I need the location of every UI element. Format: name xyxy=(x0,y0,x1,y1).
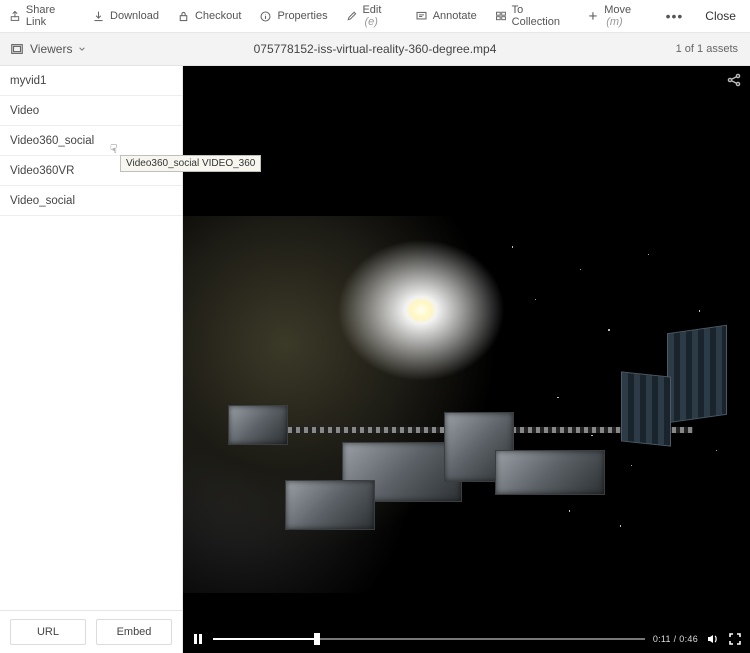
to-collection-button[interactable]: To Collection xyxy=(486,0,579,32)
more-actions-button[interactable]: ••• xyxy=(658,8,692,24)
checkout-button[interactable]: Checkout xyxy=(168,0,250,32)
time-display: 0:11 / 0:46 xyxy=(653,634,698,644)
pencil-icon xyxy=(346,10,358,23)
properties-button[interactable]: Properties xyxy=(250,0,336,32)
to-collection-label: To Collection xyxy=(512,4,570,28)
fullscreen-button[interactable] xyxy=(728,632,742,646)
share-icon xyxy=(9,10,21,23)
asset-count: 1 of 1 assets xyxy=(664,43,750,55)
volume-button[interactable] xyxy=(706,632,720,646)
share-link-button[interactable]: Share Link xyxy=(0,0,83,32)
close-button[interactable]: Close xyxy=(691,9,750,23)
lock-icon xyxy=(177,10,190,23)
viewer-item-video-social[interactable]: Video_social xyxy=(0,186,182,216)
viewer-item-video360-social[interactable]: Video360_social xyxy=(0,126,182,156)
annotate-icon xyxy=(415,10,428,23)
viewer-tooltip: Video360_social VIDEO_360 xyxy=(120,155,261,172)
plus-icon xyxy=(587,10,599,23)
asset-filename: 075778152-iss-virtual-reality-360-degree… xyxy=(254,42,497,56)
download-label: Download xyxy=(110,10,159,22)
info-icon xyxy=(259,10,272,23)
edit-label: Edit (e) xyxy=(362,4,396,28)
video-player[interactable]: 0:11 / 0:46 xyxy=(183,66,750,653)
url-button[interactable]: URL xyxy=(10,619,86,645)
edit-button[interactable]: Edit (e) xyxy=(337,0,406,32)
viewer-list: myvid1 Video Video360_social Video360VR … xyxy=(0,66,182,610)
collection-icon xyxy=(495,10,507,23)
chevron-down-icon xyxy=(78,45,86,53)
download-icon xyxy=(92,10,105,23)
viewer-item-myvid1[interactable]: myvid1 xyxy=(0,66,182,96)
annotate-label: Annotate xyxy=(433,10,477,22)
embed-button[interactable]: Embed xyxy=(96,619,172,645)
viewers-label: Viewers xyxy=(30,42,72,56)
viewers-dropdown[interactable]: Viewers xyxy=(0,42,96,56)
header-bar: Viewers 075778152-iss-virtual-reality-36… xyxy=(0,33,750,66)
seek-bar[interactable] xyxy=(213,636,645,642)
top-toolbar: Share Link Download Checkout Properties … xyxy=(0,0,750,33)
annotate-button[interactable]: Annotate xyxy=(406,0,486,32)
share-video-icon[interactable] xyxy=(726,72,742,88)
move-button[interactable]: Move (m) xyxy=(578,0,657,32)
download-button[interactable]: Download xyxy=(83,0,168,32)
checkout-label: Checkout xyxy=(195,10,241,22)
pause-button[interactable] xyxy=(191,632,205,646)
properties-label: Properties xyxy=(277,10,327,22)
viewers-icon xyxy=(10,42,24,56)
viewer-item-video[interactable]: Video xyxy=(0,96,182,126)
share-link-label: Share Link xyxy=(26,4,74,28)
player-controls: 0:11 / 0:46 xyxy=(183,625,750,653)
video-frame-image xyxy=(183,216,750,593)
move-label: Move (m) xyxy=(604,4,648,28)
